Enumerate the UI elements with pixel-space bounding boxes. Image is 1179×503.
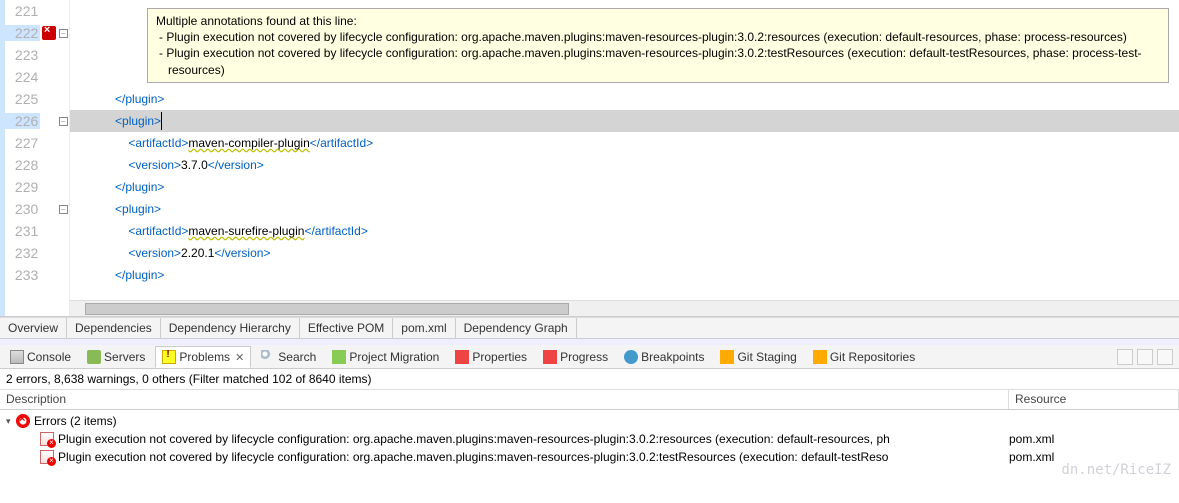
console-icon — [10, 350, 24, 364]
servers-icon — [87, 350, 101, 364]
error-group-icon — [16, 414, 30, 428]
code-container: 221 222− 223 224 225 226− 227 228 229 23… — [0, 0, 1179, 316]
minimize-button[interactable] — [1137, 349, 1153, 365]
gutter: 221 222− 223 224 225 226− 227 228 229 23… — [0, 0, 70, 316]
error-tooltip: Multiple annotations found at this line:… — [147, 8, 1169, 83]
git-staging-icon — [720, 350, 734, 364]
migrate-icon — [332, 350, 346, 364]
git-repos-icon — [813, 350, 827, 364]
tab-dep-hierarchy[interactable]: Dependency Hierarchy — [161, 318, 300, 338]
view-search[interactable]: Search — [255, 347, 322, 367]
fold-minus-icon[interactable]: − — [59, 205, 68, 214]
tab-pom-xml[interactable]: pom.xml — [393, 318, 455, 338]
problems-header: Description Resource — [0, 390, 1179, 410]
expand-caret-icon[interactable]: ▾ — [6, 416, 16, 427]
view-progress[interactable]: Progress — [537, 347, 614, 367]
view-properties[interactable]: Properties — [449, 347, 533, 367]
errors-group[interactable]: ▾ Errors (2 items) — [0, 412, 1179, 430]
editor-area: 221 222− 223 224 225 226− 227 228 229 23… — [0, 0, 1179, 317]
horizontal-scrollbar[interactable] — [70, 300, 1179, 316]
problems-filter-status: 2 errors, 8,638 warnings, 0 others (Filt… — [0, 369, 1179, 390]
breakpoints-icon — [624, 350, 638, 364]
problems-panel: 2 errors, 8,638 warnings, 0 others (Filt… — [0, 369, 1179, 468]
fold-minus-icon[interactable]: − — [59, 117, 68, 126]
progress-icon — [543, 350, 557, 364]
view-migration[interactable]: Project Migration — [326, 347, 445, 367]
view-console[interactable]: Console — [4, 347, 77, 367]
view-toolbar — [1117, 349, 1173, 365]
col-resource[interactable]: Resource — [1009, 390, 1179, 409]
tooltip-title: Multiple annotations found at this line: — [156, 13, 1160, 29]
tooltip-item: - Plugin execution not covered by lifecy… — [156, 29, 1160, 45]
tab-effective-pom[interactable]: Effective POM — [300, 318, 393, 338]
problems-icon — [162, 350, 176, 364]
col-description[interactable]: Description — [0, 390, 1009, 409]
view-git-repos[interactable]: Git Repositories — [807, 347, 921, 367]
error-marker-icon[interactable] — [42, 26, 56, 40]
view-git-staging[interactable]: Git Staging — [714, 347, 802, 367]
code-editor[interactable]: </plugin> <plugin> <artifactId>maven-com… — [70, 0, 1179, 316]
problem-item[interactable]: Plugin execution not covered by lifecycl… — [0, 448, 1179, 466]
search-icon — [261, 350, 275, 364]
xml-error-icon — [40, 432, 54, 446]
problems-tree: ▾ Errors (2 items) Plugin execution not … — [0, 410, 1179, 468]
tab-dependencies[interactable]: Dependencies — [67, 318, 161, 338]
view-problems[interactable]: Problems✕ — [155, 346, 251, 368]
properties-icon — [455, 350, 469, 364]
tab-dep-graph[interactable]: Dependency Graph — [456, 318, 577, 338]
maximize-button[interactable] — [1157, 349, 1173, 365]
fold-minus-icon[interactable]: − — [59, 29, 68, 38]
tab-overview[interactable]: Overview — [0, 318, 67, 338]
editor-tabs: Overview Dependencies Dependency Hierarc… — [0, 317, 1179, 339]
views-tabs: Console Servers Problems✕ Search Project… — [0, 345, 1179, 369]
xml-error-icon — [40, 450, 54, 464]
view-servers[interactable]: Servers — [81, 347, 151, 367]
view-breakpoints[interactable]: Breakpoints — [618, 347, 710, 367]
tooltip-item: - Plugin execution not covered by lifecy… — [156, 45, 1160, 77]
problem-item[interactable]: Plugin execution not covered by lifecycl… — [0, 430, 1179, 448]
close-icon[interactable]: ✕ — [235, 351, 244, 364]
view-menu-button[interactable] — [1117, 349, 1133, 365]
